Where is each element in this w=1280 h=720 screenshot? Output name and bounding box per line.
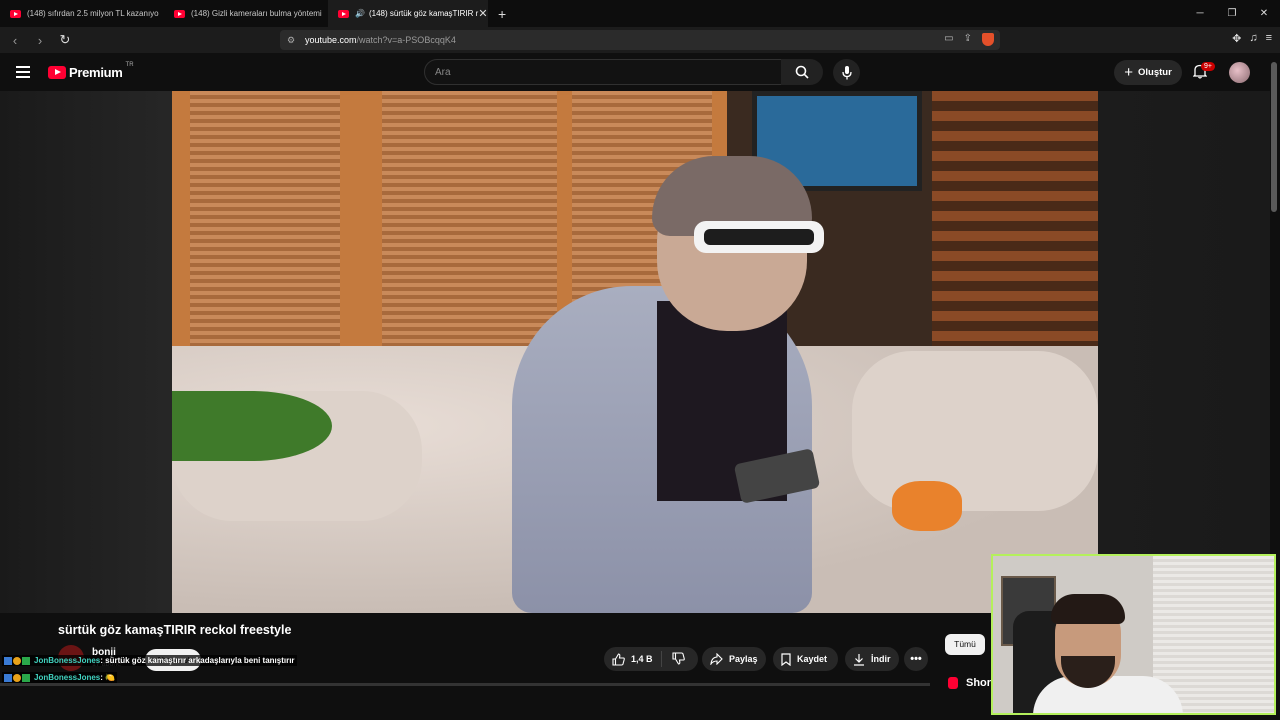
youtube-premium-logo[interactable]: Premium TR (48, 61, 134, 80)
chat-username: JonBonessJones (34, 656, 101, 665)
tab-label: (148) sıfırdan 2.5 milyon TL kazanıyo (27, 9, 159, 18)
close-window-button[interactable]: ✕ (1248, 0, 1280, 27)
url-path: /watch?v=a-PSOBcqqK4 (356, 35, 456, 45)
like-count: 1,4 B (631, 654, 653, 664)
chat-badge-icon (13, 656, 21, 665)
forward-button[interactable]: › (30, 33, 50, 48)
chat-message: : sürtük göz kamaştırır arkadaşlarıyla b… (100, 656, 295, 665)
restore-button[interactable]: ❐ (1216, 0, 1248, 27)
youtube-favicon-icon (338, 9, 349, 18)
chat-overlay-line: JonBonessJones : 🍋 (2, 672, 118, 683)
video-player[interactable] (0, 91, 1270, 613)
site-settings-icon[interactable]: ⚙ (287, 35, 295, 46)
microphone-icon (841, 65, 852, 79)
chat-badge-icon (13, 673, 21, 682)
chat-message: : 🍋 (100, 673, 116, 682)
more-actions-button[interactable]: ••• (904, 647, 928, 671)
browser-tab[interactable]: (148) Gizli kameraları bulma yöntemi (164, 0, 328, 27)
user-avatar[interactable] (1229, 62, 1250, 83)
chat-badge-icon (4, 656, 12, 665)
video-title: sürtük göz kamaşTIRIR reckol freestyle (58, 623, 292, 637)
youtube-favicon-icon (10, 9, 21, 18)
address-bar: ‹ › ↻ ⚙ youtube.com/watch?v=a-PSOBcqqK4 … (0, 27, 1280, 53)
extensions-icon[interactable]: ✥ (1232, 32, 1241, 45)
page-divider (0, 683, 930, 686)
tab-label: (148) sürtük göz kamaşTIRIR r (368, 9, 479, 18)
new-tab-button[interactable]: + (498, 6, 506, 22)
create-label: Oluştur (1137, 67, 1172, 78)
chat-badge-icon (4, 673, 12, 682)
tab-close-icon[interactable]: ✕ (478, 7, 487, 20)
logo-region: TR (125, 61, 134, 68)
filter-chip-all[interactable]: Tümü (945, 634, 985, 655)
dislike-button[interactable] (662, 651, 685, 667)
webcam-overlay (991, 554, 1276, 715)
video-frame[interactable] (172, 91, 1098, 613)
browser-tab-bar: (148) sıfırdan 2.5 milyon TL kazanıyo (1… (0, 0, 1280, 27)
plus-icon: + (1124, 64, 1133, 81)
share-icon (710, 653, 723, 665)
browser-tab-active[interactable]: 🔊 (148) sürtük göz kamaşTIRIR r ✕ (328, 0, 488, 27)
hamburger-menu-icon[interactable] (16, 66, 30, 81)
url-host: youtube.com (305, 35, 357, 45)
shorts-icon (948, 677, 958, 689)
search-icon (795, 65, 809, 79)
page-scrollbar[interactable] (1271, 62, 1277, 212)
flower-decor (892, 481, 962, 531)
thumbs-up-icon (612, 652, 625, 666)
url-field[interactable]: ⚙ youtube.com/watch?v=a-PSOBcqqK4 ▭ ⇪ (280, 30, 1000, 50)
search-input[interactable]: Ara (424, 59, 782, 85)
bookmark-icon (781, 652, 791, 666)
browser-tab[interactable]: (148) sıfırdan 2.5 milyon TL kazanıyo (0, 0, 164, 27)
sunglasses (694, 221, 824, 253)
voice-search-button[interactable] (833, 59, 860, 86)
share-label: Paylaş (729, 654, 758, 664)
save-button[interactable]: Kaydet (773, 647, 838, 671)
window-controls: ─ ❐ ✕ (1184, 0, 1280, 27)
chat-username: JonBonessJones (34, 673, 101, 682)
search-button[interactable] (781, 59, 823, 85)
youtube-header: Premium TR Ara + Oluştur 9+ (0, 53, 1280, 91)
chat-badge-icon (22, 673, 30, 682)
youtube-play-icon (48, 66, 66, 79)
cast-icon[interactable]: ▭ (944, 33, 953, 46)
speaker-icon: 🔊 (355, 9, 365, 18)
chat-overlay-line: JonBonessJones : sürtük göz kamaştırır a… (2, 655, 297, 666)
reload-button[interactable]: ↻ (55, 32, 75, 48)
youtube-favicon-icon (174, 9, 185, 18)
minimize-button[interactable]: ─ (1184, 0, 1216, 27)
create-button[interactable]: + Oluştur (1114, 60, 1182, 85)
media-icon[interactable]: ♫ (1249, 32, 1257, 45)
browser-menu-icon[interactable]: ≡ (1266, 32, 1272, 45)
notification-badge: 9+ (1201, 62, 1215, 71)
download-button[interactable]: İndir (845, 647, 899, 671)
like-dislike-group: 1,4 B (604, 647, 698, 671)
share-page-icon[interactable]: ⇪ (964, 33, 972, 46)
download-label: İndir (871, 654, 891, 664)
download-icon (854, 653, 864, 666)
save-label: Kaydet (797, 654, 828, 664)
brave-shield-icon[interactable] (982, 33, 994, 46)
chat-badge-icon (22, 656, 30, 665)
share-button[interactable]: Paylaş (702, 647, 766, 671)
back-button[interactable]: ‹ (5, 33, 25, 48)
tab-label: (148) Gizli kameraları bulma yöntemi (191, 9, 322, 18)
logo-text: Premium (69, 65, 123, 80)
thumbs-down-icon (672, 651, 685, 665)
plant (172, 391, 332, 461)
like-button[interactable]: 1,4 B (604, 651, 662, 667)
